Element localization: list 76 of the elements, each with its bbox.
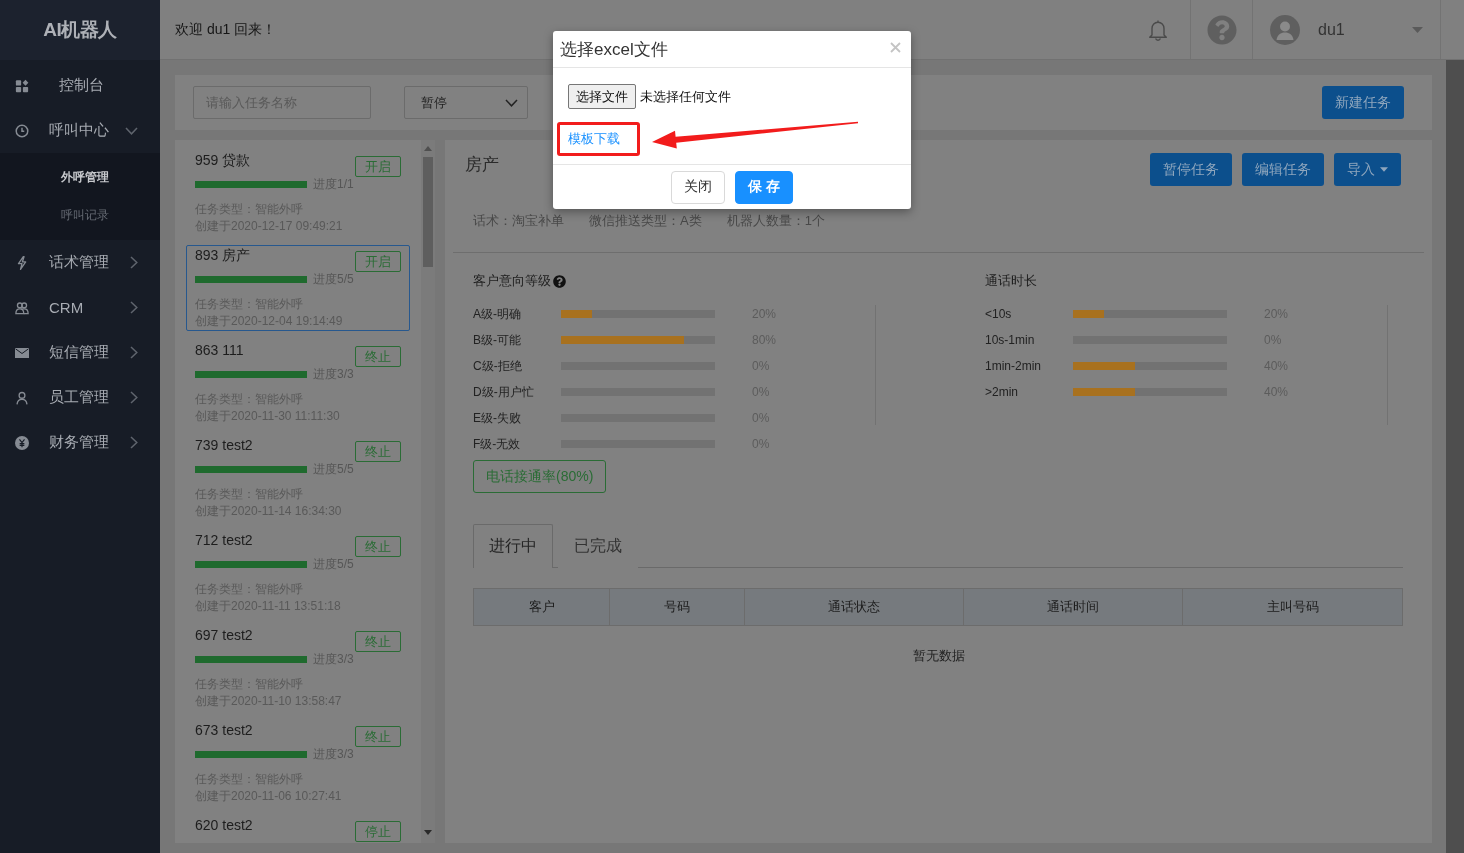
username-text[interactable]: du1 <box>1318 20 1345 39</box>
column-header: 主叫号码 <box>1182 589 1402 625</box>
stat-label: A级-明确 <box>473 305 522 323</box>
detail-title: 房产 <box>465 154 499 176</box>
task-card[interactable]: 620 test2 停止 <box>186 815 410 843</box>
new-task-button[interactable]: 新建任务 <box>1322 86 1404 119</box>
scrollbar-thumb[interactable] <box>423 157 433 267</box>
task-title: 620 test2 <box>195 816 253 834</box>
menu-item[interactable]: 呼叫中心 <box>0 108 160 153</box>
stat-label: 1min-2min <box>985 359 1042 373</box>
chevron-right-icon <box>130 256 138 269</box>
bell-icon[interactable] <box>1147 18 1168 41</box>
menu-item[interactable]: 话术管理 <box>0 240 160 285</box>
task-title: 739 test2 <box>195 436 253 454</box>
close-icon[interactable] <box>890 41 901 53</box>
logo-text: AI机器人 <box>43 18 117 42</box>
person-icon <box>15 390 29 405</box>
menu-item[interactable]: 短信管理 <box>0 330 160 375</box>
column-header: 号码 <box>609 589 744 625</box>
menu-item[interactable]: 财务管理 <box>0 420 160 465</box>
task-title: 863 111 <box>195 341 244 359</box>
stat-label: F级-无效 <box>473 435 522 453</box>
dropdown-button[interactable]: 导入 <box>1334 153 1401 186</box>
column-header: 通话状态 <box>744 589 963 625</box>
submenu-item[interactable]: 外呼管理 <box>0 158 160 196</box>
task-title: 697 test2 <box>195 626 253 644</box>
submenu-item[interactable]: 呼叫记录 <box>0 196 160 234</box>
close-button[interactable]: 关闭 <box>671 170 725 204</box>
welcome-text: 欢迎 du1 回来！ <box>175 20 277 39</box>
column-header: 客户 <box>527 598 556 616</box>
stat-label: D级-用户忙 <box>473 383 535 401</box>
column-header: 通话时间 <box>963 589 1182 625</box>
chevron-down-icon <box>505 98 518 107</box>
menu-item[interactable]: CRM <box>0 285 160 330</box>
empty-state-text: 暂无数据 <box>912 647 965 665</box>
stat-label: 10s-1min <box>985 333 1036 347</box>
people-icon <box>15 300 29 315</box>
scroll-down-icon[interactable] <box>424 830 432 835</box>
chevron-down-icon <box>125 126 138 135</box>
section-title: 通话时长 <box>985 272 1037 290</box>
dialog-title: 选择excel文件 <box>560 38 668 61</box>
menu-item[interactable]: 员工管理 <box>0 375 160 420</box>
chevron-right-icon <box>130 346 138 359</box>
status-select[interactable]: 暂停 <box>404 86 528 119</box>
scroll-up-icon[interactable] <box>424 146 432 151</box>
yen-coin-icon <box>15 435 29 450</box>
save-button[interactable]: 保 存 <box>735 170 793 204</box>
page-scrollbar[interactable] <box>1446 60 1464 853</box>
section-title: 客户意向等级 <box>473 272 551 290</box>
task-title: 673 test2 <box>195 721 253 739</box>
chevron-right-icon <box>130 391 138 404</box>
help-icon[interactable] <box>553 274 566 288</box>
stat-label: <10s <box>985 307 1013 321</box>
caret-icon <box>1380 167 1388 172</box>
clock-icon <box>15 123 29 138</box>
stat-label: C级-拒绝 <box>473 357 523 375</box>
menu-item[interactable]: 控制台 <box>0 63 160 108</box>
task-title: 893 房产 <box>195 246 251 264</box>
file-status-text: 未选择任何文件 <box>640 87 731 106</box>
chevron-right-icon <box>130 301 138 314</box>
action-button[interactable]: 编辑任务 <box>1242 153 1324 186</box>
envelope-icon <box>15 345 29 360</box>
template-download-link[interactable]: 模板下载 <box>568 130 620 148</box>
task-title: 959 贷款 <box>195 151 251 169</box>
caret-icon <box>1412 26 1423 33</box>
task-title: 712 test2 <box>195 531 253 549</box>
chevron-right-icon <box>130 436 138 449</box>
grid-icon <box>15 78 29 93</box>
action-button[interactable]: 暂停任务 <box>1150 153 1232 186</box>
stat-label: B级-可能 <box>473 331 522 349</box>
stat-label: >2min <box>985 385 1020 399</box>
tab[interactable]: 进行中 <box>473 524 553 568</box>
choose-file-button[interactable]: 选择文件 <box>568 84 636 109</box>
stat-label: E级-失败 <box>473 409 522 427</box>
lightning-icon <box>15 255 29 270</box>
avatar-icon <box>1270 14 1300 45</box>
